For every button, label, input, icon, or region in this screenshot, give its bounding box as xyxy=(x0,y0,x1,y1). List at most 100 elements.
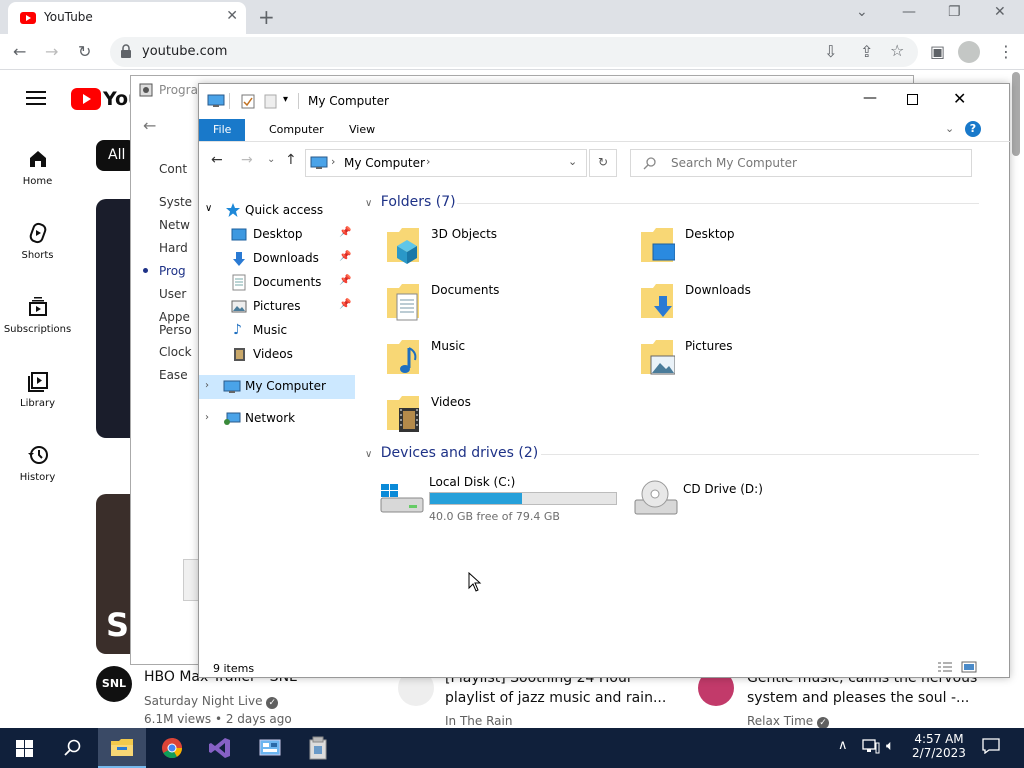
tab-computer[interactable]: Computer xyxy=(255,119,338,141)
breadcrumb-chevron-icon[interactable]: › xyxy=(331,155,335,168)
taskbar-file-explorer[interactable] xyxy=(98,728,146,768)
new-folder-icon[interactable] xyxy=(264,94,277,109)
nav-item-downloads[interactable]: Downloads 📌 xyxy=(199,247,355,271)
search-button[interactable] xyxy=(48,728,96,768)
nav-item-documents[interactable]: Documents 📌 xyxy=(199,271,355,295)
new-tab-button[interactable]: + xyxy=(258,5,275,29)
tab-search-icon[interactable]: ⌄ xyxy=(856,4,868,20)
nav-link[interactable]: Netw xyxy=(159,218,190,232)
pin-icon[interactable]: 📌 xyxy=(339,299,351,310)
back-icon[interactable]: ← xyxy=(143,116,156,135)
address-dropdown-icon[interactable]: ⌄ xyxy=(568,155,577,168)
close-tab-icon[interactable]: ✕ xyxy=(226,8,238,24)
channel-avatar[interactable]: SNL xyxy=(96,666,132,702)
network-tray-icon[interactable] xyxy=(862,738,880,754)
forward-icon[interactable]: → xyxy=(241,152,253,168)
breadcrumb-my-computer[interactable]: My Computer xyxy=(344,156,425,170)
search-box[interactable]: Search My Computer xyxy=(630,149,972,177)
address-bar[interactable]: › My Computer › ⌄ xyxy=(305,149,587,177)
minimize-button[interactable]: — xyxy=(863,90,877,106)
pin-icon[interactable]: 📌 xyxy=(339,251,351,262)
pin-icon[interactable]: 📌 xyxy=(339,227,351,238)
group-header-devices[interactable]: ∨ Devices and drives (2) xyxy=(365,445,979,461)
pin-icon[interactable]: 📌 xyxy=(339,275,351,286)
folder-downloads[interactable]: Downloads xyxy=(639,280,879,332)
back-icon[interactable]: ← xyxy=(211,152,223,168)
sidebar-item-history[interactable]: History xyxy=(0,444,75,483)
volume-icon[interactable]: 🔈︎ xyxy=(886,738,894,754)
sidebar-item-library[interactable]: Library xyxy=(0,370,75,409)
large-icons-view-icon[interactable] xyxy=(961,661,977,673)
profile-avatar[interactable] xyxy=(958,41,980,63)
hamburger-menu-icon[interactable] xyxy=(26,90,46,106)
nav-item-network[interactable]: › Network xyxy=(199,407,355,431)
notifications-icon[interactable] xyxy=(982,738,1000,754)
sidebar-item-subscriptions[interactable]: Subscriptions xyxy=(0,296,75,335)
folder-music[interactable]: Music xyxy=(385,336,625,388)
lock-icon[interactable] xyxy=(120,44,132,58)
channel-name[interactable]: In The Rain xyxy=(445,714,512,728)
taskbar-visual-studio[interactable] xyxy=(196,728,244,768)
folder-desktop[interactable]: Desktop xyxy=(639,224,879,276)
clock[interactable]: 4:57 AM 2/7/2023 xyxy=(908,732,970,760)
folder-3d-objects[interactable]: 3D Objects xyxy=(385,224,625,276)
customize-toolbar-icon[interactable]: ▾ xyxy=(283,94,288,105)
details-view-icon[interactable] xyxy=(937,661,953,673)
nav-item-pictures[interactable]: Pictures 📌 xyxy=(199,295,355,319)
help-icon[interactable]: ? xyxy=(965,121,981,137)
reload-icon[interactable]: ↻ xyxy=(78,42,91,61)
expand-chevron-icon[interactable]: › xyxy=(205,380,209,391)
nav-link[interactable]: Syste xyxy=(159,195,192,209)
nav-link[interactable]: Appe xyxy=(159,310,190,324)
nav-link[interactable]: Ease xyxy=(159,368,188,382)
breadcrumb-chevron-icon[interactable]: › xyxy=(426,155,430,168)
nav-item-desktop[interactable]: Desktop 📌 xyxy=(199,223,355,247)
expand-chevron-icon[interactable]: › xyxy=(205,412,209,423)
taskbar-control-panel[interactable] xyxy=(246,728,294,768)
tab-file[interactable]: File xyxy=(199,119,246,141)
refresh-icon[interactable]: ↻ xyxy=(589,149,617,177)
expand-ribbon-icon[interactable]: ⌄ xyxy=(945,122,954,135)
start-button[interactable] xyxy=(0,728,48,768)
nav-link[interactable]: Clock xyxy=(159,345,192,359)
install-icon[interactable]: ⇩ xyxy=(824,42,837,61)
maximize-button[interactable] xyxy=(907,94,918,105)
folder-videos[interactable]: Videos xyxy=(385,392,625,444)
nav-link[interactable]: Cont xyxy=(159,162,187,176)
group-header-folders[interactable]: ∨ Folders (7) xyxy=(365,194,979,210)
menu-kebab-icon[interactable]: ⋮ xyxy=(998,42,1014,61)
side-panel-icon[interactable]: ▣ xyxy=(930,42,945,61)
minimize-button[interactable]: — xyxy=(902,4,916,20)
close-button[interactable]: ✕ xyxy=(953,89,966,108)
tab-view[interactable]: View xyxy=(335,119,389,141)
nav-link[interactable]: Hard xyxy=(159,241,188,255)
folder-pictures[interactable]: Pictures xyxy=(639,336,879,388)
bookmark-star-icon[interactable]: ☆ xyxy=(890,41,904,60)
youtube-logo[interactable]: You xyxy=(71,88,142,110)
close-window-button[interactable]: ✕ xyxy=(994,4,1006,20)
nav-link[interactable]: Perso xyxy=(159,323,192,337)
scrollbar[interactable] xyxy=(183,559,199,601)
nav-item-my-computer[interactable]: › My Computer xyxy=(199,375,355,399)
page-scrollbar-thumb[interactable] xyxy=(1012,72,1020,156)
tab-youtube[interactable]: YouTube ✕ xyxy=(8,2,246,34)
nav-item-music[interactable]: ♪ Music xyxy=(199,319,355,343)
properties-icon[interactable] xyxy=(241,94,255,109)
nav-item-videos[interactable]: Videos xyxy=(199,343,355,367)
forward-icon[interactable]: → xyxy=(45,42,58,61)
taskbar-program-installer[interactable] xyxy=(294,728,342,768)
address-bar[interactable]: youtube.com ⇩ ⇪ ☆ xyxy=(110,37,918,67)
expand-chevron-icon[interactable]: ∨ xyxy=(205,203,212,214)
channel-name[interactable]: Relax Time ✓ xyxy=(747,714,829,729)
taskbar-chrome[interactable] xyxy=(148,728,196,768)
back-icon[interactable]: ← xyxy=(13,42,26,61)
nav-link[interactable]: Prog xyxy=(159,264,186,278)
sidebar-item-shorts[interactable]: Shorts xyxy=(0,222,75,261)
recent-locations-icon[interactable]: ⌄ xyxy=(267,154,275,165)
up-icon[interactable]: ↑ xyxy=(285,152,297,168)
restore-button[interactable]: ❐ xyxy=(948,4,961,20)
drive-cd-d[interactable]: CD Drive (D:) xyxy=(633,472,883,524)
nav-item-quick-access[interactable]: ∨ Quick access xyxy=(199,199,355,223)
collapse-chevron-icon[interactable]: ∨ xyxy=(365,449,372,460)
sidebar-item-home[interactable]: Home xyxy=(0,148,75,187)
